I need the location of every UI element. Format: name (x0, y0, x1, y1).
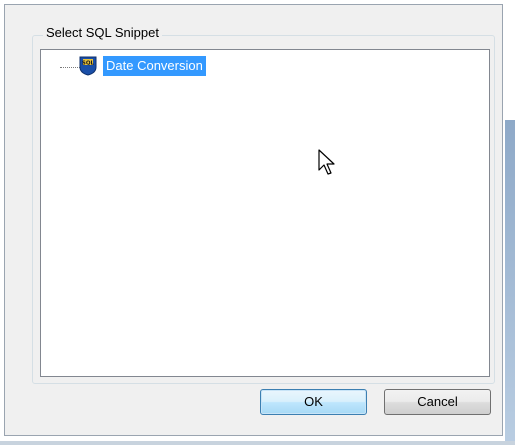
background-window-bottom (0, 441, 515, 445)
background-window-edge (505, 120, 515, 445)
sql-snippet-icon: SQL (79, 56, 97, 76)
mouse-pointer-icon (318, 149, 335, 175)
svg-text:SQL: SQL (82, 61, 95, 67)
ok-button[interactable]: OK (260, 389, 367, 415)
groupbox-title: Select SQL Snippet (43, 25, 162, 40)
snippet-tree-view[interactable]: SQL Date Conversion (40, 49, 490, 377)
select-sql-snippet-dialog: Select SQL Snippet SQL Date Conversion O… (4, 4, 503, 436)
tree-node-date-conversion[interactable]: Date Conversion (103, 56, 206, 76)
cancel-button[interactable]: Cancel (384, 389, 491, 415)
